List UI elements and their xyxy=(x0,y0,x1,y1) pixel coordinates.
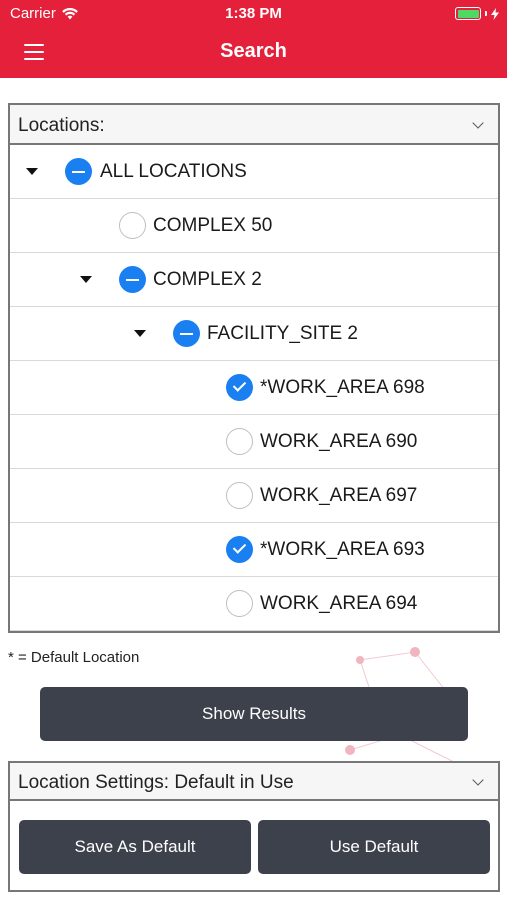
expand-caret-icon[interactable] xyxy=(26,168,38,175)
status-right xyxy=(455,7,499,20)
use-default-button[interactable]: Use Default xyxy=(258,820,490,874)
unchecked-circle-icon[interactable] xyxy=(119,212,146,239)
tree-row-work-area-693[interactable]: *WORK_AREA 693 xyxy=(10,523,498,577)
charging-bolt-icon xyxy=(491,7,499,20)
expand-caret-icon[interactable] xyxy=(80,276,92,283)
tree-row-label: WORK_AREA 690 xyxy=(260,431,418,452)
partial-selection-icon[interactable] xyxy=(173,320,200,347)
save-as-default-button[interactable]: Save As Default xyxy=(19,820,251,874)
battery-cap xyxy=(485,11,487,16)
tree-row-label: *WORK_AREA 698 xyxy=(260,377,425,398)
tree-row-label: WORK_AREA 694 xyxy=(260,593,418,614)
checked-circle-icon[interactable] xyxy=(226,374,253,401)
tree-row-facility-site-2[interactable]: FACILITY_SITE 2 xyxy=(10,307,498,361)
partial-selection-icon[interactable] xyxy=(119,266,146,293)
tree-row-label: WORK_AREA 697 xyxy=(260,485,418,506)
tree-row-label: COMPLEX 2 xyxy=(153,269,262,290)
location-settings-dropdown[interactable]: Location Settings: Default in Use xyxy=(10,763,498,801)
tree-row-work-area-698[interactable]: *WORK_AREA 698 xyxy=(10,361,498,415)
tree-row-label: ALL LOCATIONS xyxy=(100,161,247,182)
tree-row-work-area-697[interactable]: WORK_AREA 697 xyxy=(10,469,498,523)
tree-row-complex-2[interactable]: COMPLEX 2 xyxy=(10,253,498,307)
nav-bar: Search xyxy=(0,28,507,78)
chevron-down-icon xyxy=(472,774,484,786)
tree-row-label: FACILITY_SITE 2 xyxy=(207,323,358,344)
locations-panel: Locations: ALL LOCATIONS COMPLEX 50 COMP… xyxy=(8,103,500,633)
status-bar: Carrier 1:38 PM xyxy=(0,0,507,28)
unchecked-circle-icon[interactable] xyxy=(226,482,253,509)
tree-row-complex-50[interactable]: COMPLEX 50 xyxy=(10,199,498,253)
tree-row-work-area-694[interactable]: WORK_AREA 694 xyxy=(10,577,498,631)
location-settings-panel: Location Settings: Default in Use Save A… xyxy=(8,761,500,892)
battery-icon xyxy=(455,7,481,20)
tree-row-all-locations[interactable]: ALL LOCATIONS xyxy=(10,145,498,199)
chevron-down-icon xyxy=(472,117,484,129)
page-title: Search xyxy=(220,40,287,62)
checked-circle-icon[interactable] xyxy=(226,536,253,563)
unchecked-circle-icon[interactable] xyxy=(226,590,253,617)
status-time: 1:38 PM xyxy=(225,5,282,22)
show-results-button[interactable]: Show Results xyxy=(40,687,468,741)
tree-row-work-area-690[interactable]: WORK_AREA 690 xyxy=(10,415,498,469)
unchecked-circle-icon[interactable] xyxy=(226,428,253,455)
location-settings-label: Location Settings: Default in Use xyxy=(18,772,294,793)
tree-row-label: COMPLEX 50 xyxy=(153,215,273,236)
expand-caret-icon[interactable] xyxy=(134,330,146,337)
partial-selection-icon[interactable] xyxy=(65,158,92,185)
tree-row-label: *WORK_AREA 693 xyxy=(260,539,425,560)
default-location-legend: * = Default Location xyxy=(8,649,140,666)
locations-dropdown[interactable]: Locations: xyxy=(10,105,498,145)
locations-dropdown-label: Locations: xyxy=(18,115,105,136)
